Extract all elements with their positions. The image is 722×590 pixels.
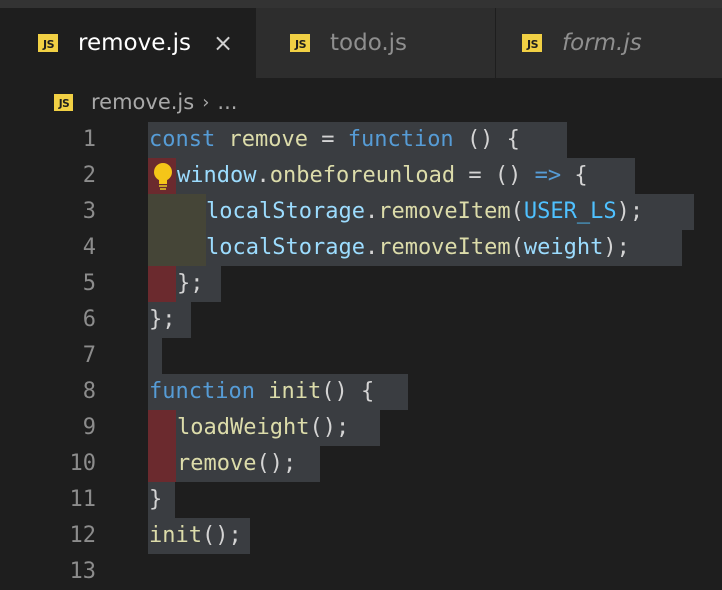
code-text: loadWeight(); <box>177 415 350 440</box>
js-file-icon: JS <box>290 34 310 52</box>
line-number: 4 <box>82 235 96 260</box>
tab-form-js[interactable]: JS form.js <box>496 8 722 78</box>
code-line: 12 init(); <box>0 518 722 554</box>
line-number: 12 <box>69 523 97 548</box>
line-number: 8 <box>82 379 96 404</box>
code-text: } <box>149 487 163 512</box>
lightbulb-icon[interactable] <box>152 162 174 192</box>
indent-error-marker <box>148 266 176 302</box>
code-text: remove(); <box>177 451 297 476</box>
tab-remove-js[interactable]: JS remove.js × <box>0 8 256 78</box>
code-line: 8 function init() { <box>0 374 722 410</box>
code-line: 9 loadWeight(); <box>0 410 722 446</box>
code-line: 11 } <box>0 482 722 518</box>
indent-error-marker <box>148 446 176 482</box>
line-number: 2 <box>82 163 96 188</box>
chevron-right-icon: › <box>202 91 210 113</box>
indent-error-marker <box>148 410 176 446</box>
code-text: }; <box>149 307 176 332</box>
line-number: 13 <box>69 559 97 584</box>
line-number: 1 <box>82 127 96 152</box>
code-line: 3 localStorage.removeItem(USER_LS); <box>0 194 722 230</box>
code-editor[interactable]: 1 const remove = function () { 2 window.… <box>0 122 722 584</box>
breadcrumb: JS remove.js › ... <box>54 86 237 118</box>
line-number: 5 <box>82 271 96 296</box>
tab-label: todo.js <box>330 30 408 56</box>
code-line: 1 const remove = function () { <box>0 122 722 158</box>
code-line: 4 localStorage.removeItem(weight); <box>0 230 722 266</box>
indent-marker <box>148 230 206 266</box>
tab-label: remove.js <box>78 30 192 56</box>
line-number: 6 <box>82 307 96 332</box>
code-text: function init() { <box>149 379 375 404</box>
line-number: 7 <box>82 343 96 368</box>
line-number: 9 <box>82 415 96 440</box>
tab-label: form.js <box>562 30 642 56</box>
code-line: 7 <box>0 338 722 374</box>
code-text: localStorage.removeItem(USER_LS); <box>206 199 644 224</box>
breadcrumb-more[interactable]: ... <box>217 90 237 114</box>
js-file-icon: JS <box>522 34 542 52</box>
js-file-icon: JS <box>54 93 73 111</box>
code-line: 6 }; <box>0 302 722 338</box>
line-number: 11 <box>69 487 97 512</box>
selection-highlight <box>148 338 162 374</box>
title-strip <box>0 0 722 8</box>
code-text: window.onbeforeunload = () => { <box>177 163 588 188</box>
js-file-icon: JS <box>38 34 58 52</box>
code-line: 2 window.onbeforeunload = () => { <box>0 158 722 194</box>
tab-bar: JS remove.js × JS todo.js JS form.js <box>0 8 722 78</box>
indent-marker <box>148 194 206 230</box>
line-number: 10 <box>69 451 97 476</box>
code-text: }; <box>177 271 204 296</box>
line-number: 3 <box>82 199 96 224</box>
code-line: 13 <box>0 554 722 590</box>
code-line: 10 remove(); <box>0 446 722 482</box>
breadcrumb-file[interactable]: remove.js <box>91 90 194 114</box>
code-text: const remove = function () { <box>149 127 520 152</box>
code-text: localStorage.removeItem(weight); <box>206 235 630 260</box>
code-text: init(); <box>149 523 242 548</box>
close-icon[interactable]: × <box>213 31 233 55</box>
tab-todo-js[interactable]: JS todo.js <box>256 8 496 78</box>
code-line: 5 }; <box>0 266 722 302</box>
